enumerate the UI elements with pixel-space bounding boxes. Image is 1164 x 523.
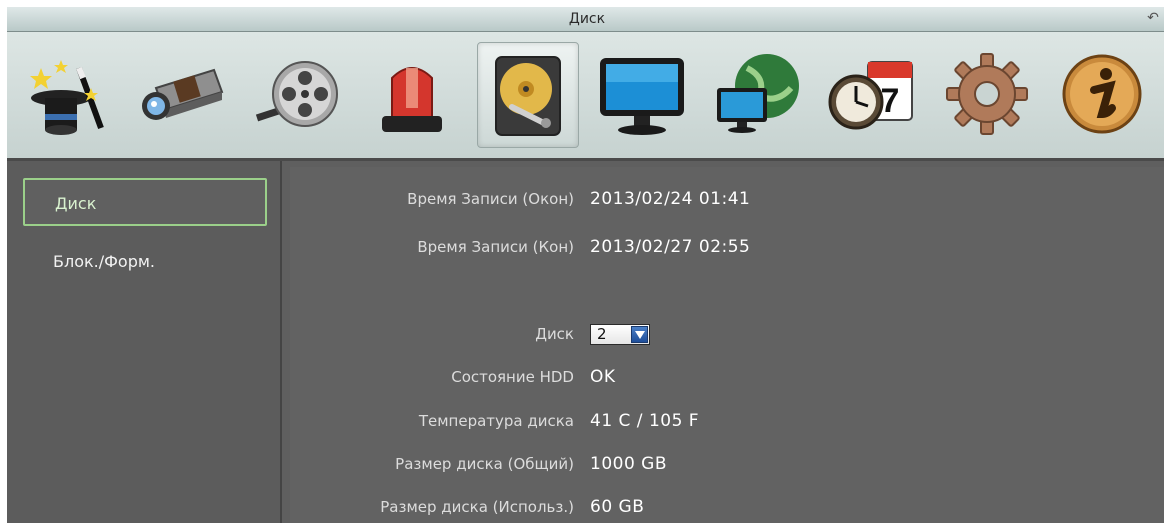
toolbar-info-button[interactable]: [1052, 42, 1152, 146]
hdd-state-value: OK: [590, 367, 616, 387]
rec-end-label: Время Записи (Кон): [417, 238, 574, 256]
disk-temp-row: Температура диска 41 C / 105 F: [290, 407, 1164, 435]
rec-end-row: Время Записи (Кон) 2013/02/27 02:55: [290, 233, 1164, 261]
size-used-row: Размер диска (Использ.) 60 GB: [290, 493, 1164, 521]
disk-select-value: 2: [597, 325, 607, 343]
toolbar-disk-button[interactable]: [477, 42, 579, 148]
sidebar-item-lock-format[interactable]: Блок./Форм.: [23, 238, 267, 286]
toolbar-settings-button[interactable]: [937, 42, 1037, 146]
disk-select-dropdown[interactable]: 2: [590, 324, 650, 345]
toolbar-network-button[interactable]: [707, 42, 807, 146]
main-icon-toolbar: 7: [7, 32, 1164, 161]
network-globe-icon: [717, 54, 799, 133]
window-title-bar: Диск ↶: [7, 7, 1164, 32]
rec-end-value: 2013/02/27 02:55: [590, 237, 751, 257]
disk-select-row: Диск 2: [290, 320, 1164, 348]
size-used-value: 60 GB: [590, 497, 645, 517]
camera-icon: [142, 68, 224, 120]
sidebar-item-label: Диск: [55, 194, 97, 213]
alarm-siren-icon: [382, 67, 442, 132]
size-total-row: Размер диска (Общий) 1000 GB: [290, 450, 1164, 478]
rec-start-value: 2013/02/24 01:41: [590, 189, 751, 209]
disk-info-panel: Время Записи (Окон) 2013/02/24 01:41 Вре…: [290, 167, 1164, 523]
disk-temp-value: 41 C / 105 F: [590, 411, 700, 431]
hdd-state-row: Состояние HDD OK: [290, 363, 1164, 391]
toolbar-schedule-button[interactable]: 7: [822, 42, 922, 146]
clock-calendar-icon: 7: [828, 61, 913, 130]
window-title: Диск: [568, 11, 606, 27]
chevron-down-icon[interactable]: [631, 326, 648, 343]
toolbar-camera-button[interactable]: [132, 42, 232, 146]
rec-start-label: Время Записи (Окон): [407, 190, 574, 208]
film-reel-icon: [255, 61, 338, 127]
size-total-value: 1000 GB: [590, 454, 668, 474]
monitor-icon: [600, 58, 684, 135]
hard-disk-icon: [495, 56, 561, 136]
rec-start-row: Время Записи (Окон) 2013/02/24 01:41: [290, 185, 1164, 213]
gear-icon: [946, 53, 1028, 135]
back-icon[interactable]: ↶: [1145, 10, 1161, 26]
toolbar-display-button[interactable]: [592, 42, 692, 146]
wizard-hat-icon: [30, 60, 104, 135]
disk-temp-label: Температура диска: [418, 412, 574, 430]
sidebar-menu: Диск Блок./Форм.: [7, 161, 282, 523]
toolbar-wizard-button[interactable]: [17, 42, 117, 146]
size-total-label: Размер диска (Общий): [395, 455, 574, 473]
toolbar-alarm-button[interactable]: [362, 42, 462, 146]
sidebar-item-disk[interactable]: Диск: [23, 178, 267, 226]
hdd-state-label: Состояние HDD: [451, 368, 574, 386]
dvr-settings-window: Диск ↶ 7 Диск Блок./Форм. Время Записи (…: [7, 7, 1164, 523]
disk-label: Диск: [535, 325, 574, 343]
info-icon: [1062, 54, 1142, 134]
sidebar-item-label: Блок./Форм.: [53, 252, 156, 271]
toolbar-playback-button[interactable]: [247, 42, 347, 146]
size-used-label: Размер диска (Использ.): [380, 498, 574, 516]
